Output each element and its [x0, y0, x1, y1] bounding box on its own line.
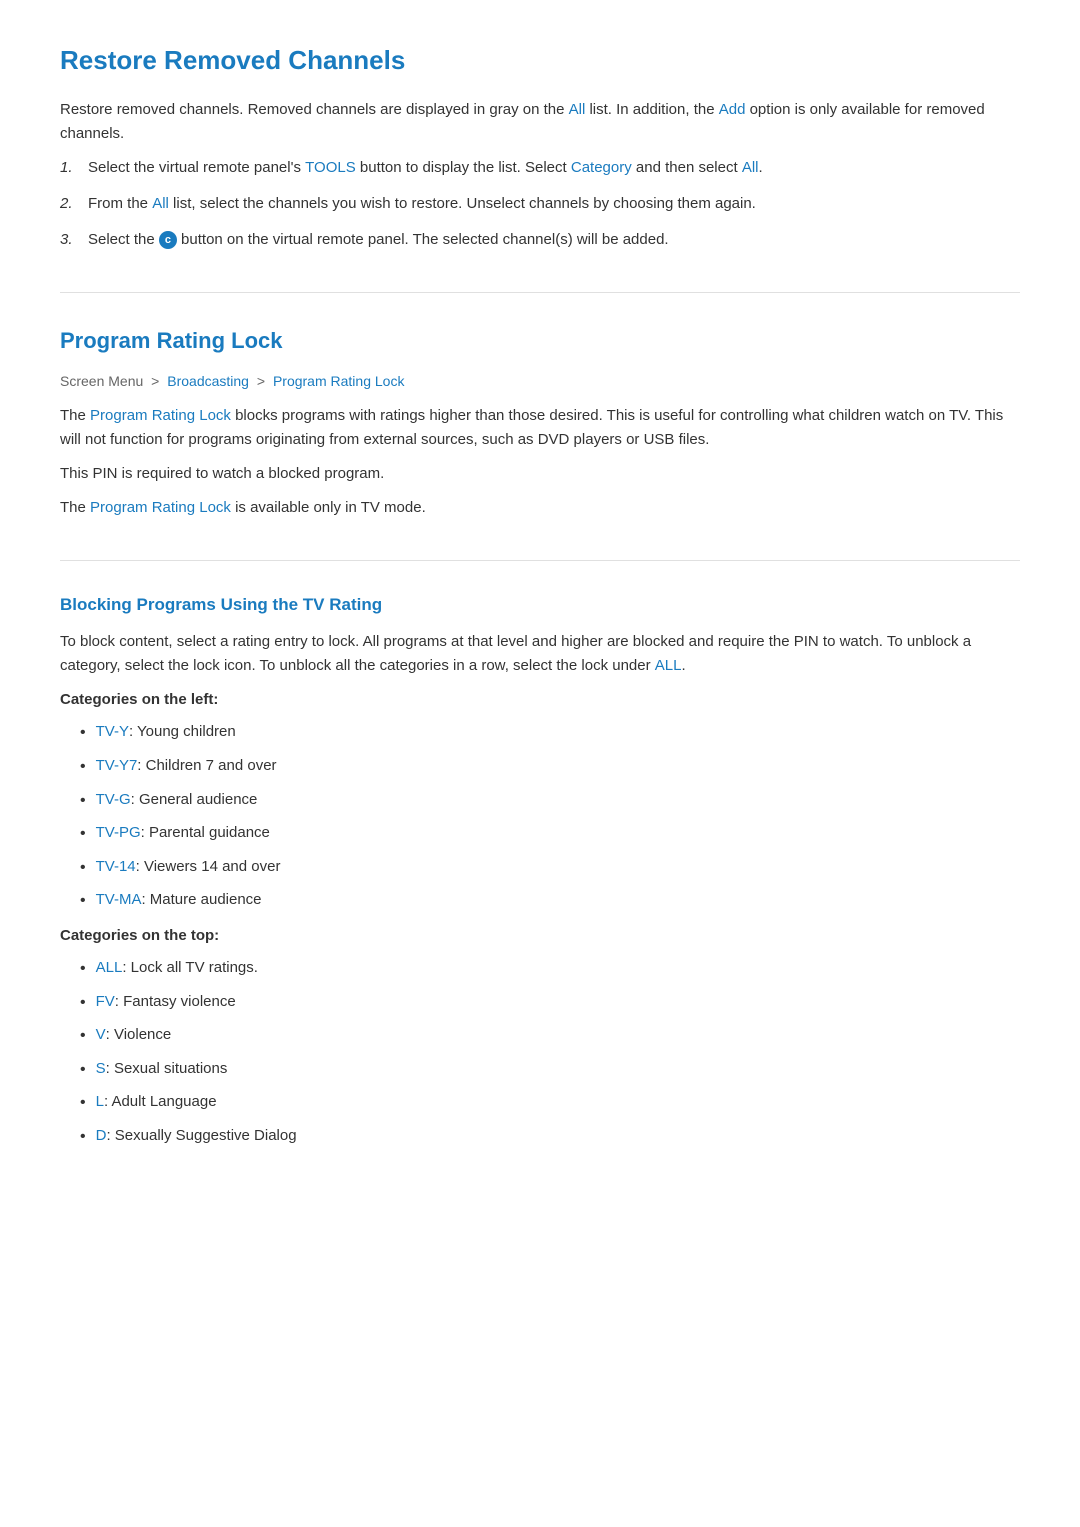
breadcrumb-program-rating-lock: Program Rating Lock	[273, 373, 405, 389]
section1-all-link: All	[569, 101, 586, 118]
blue-c-button: c	[159, 231, 177, 249]
tv-ma-label: TV-MA	[96, 888, 142, 912]
list-item: TV-14: Viewers 14 and over	[80, 855, 1020, 881]
breadcrumb-chevron2: >	[257, 373, 265, 389]
list-item: S: Sexual situations	[80, 1057, 1020, 1083]
tv-pg-label: TV-PG	[96, 821, 141, 845]
list-item: TV-G: General audience	[80, 788, 1020, 814]
all-link: ALL	[655, 657, 682, 674]
section2-title: Program Rating Lock	[60, 323, 1020, 358]
list-item: ALL: Lock all TV ratings.	[80, 956, 1020, 982]
list-item: L: Adult Language	[80, 1090, 1020, 1116]
step-3: 3. Select the c button on the virtual re…	[60, 228, 1020, 252]
step-1: 1. Select the virtual remote panel's TOO…	[60, 156, 1020, 180]
breadcrumb-chevron1: >	[151, 373, 159, 389]
list-item: TV-Y7: Children 7 and over	[80, 754, 1020, 780]
step3-num: 3.	[60, 228, 88, 252]
section1-title: Restore Removed Channels	[60, 40, 1020, 82]
section-blocking-programs: Blocking Programs Using the TV Rating To…	[60, 591, 1020, 1149]
list-item: V: Violence	[80, 1023, 1020, 1049]
section1-steps: 1. Select the virtual remote panel's TOO…	[60, 156, 1020, 252]
categories-left-label: Categories on the left:	[60, 688, 1020, 712]
tv-y-label: TV-Y	[96, 720, 129, 744]
d-label: D	[96, 1124, 107, 1148]
list-item: TV-MA: Mature audience	[80, 888, 1020, 914]
categories-top-label: Categories on the top:	[60, 924, 1020, 948]
section1-intro-text: Restore removed channels. Removed channe…	[60, 101, 569, 118]
tv-g-label: TV-G	[96, 788, 131, 812]
v-label: V	[96, 1023, 106, 1047]
s-label: S	[96, 1057, 106, 1081]
section2-para3: The Program Rating Lock is available onl…	[60, 496, 1020, 520]
section-divider2	[60, 560, 1020, 561]
fv-label: FV	[96, 990, 115, 1014]
section-divider	[60, 292, 1020, 293]
list-item: TV-Y: Young children	[80, 720, 1020, 746]
breadcrumb-prefix: Screen Menu	[60, 373, 143, 389]
program-rating-lock-link1: Program Rating Lock	[90, 407, 231, 424]
tv-14-label: TV-14	[96, 855, 136, 879]
section-restore-channels: Restore Removed Channels Restore removed…	[60, 40, 1020, 252]
tv-y7-label: TV-Y7	[96, 754, 138, 778]
section1-add-link: Add	[719, 101, 746, 118]
categories-left-list: TV-Y: Young children TV-Y7: Children 7 a…	[60, 720, 1020, 914]
section3-intro: To block content, select a rating entry …	[60, 630, 1020, 678]
step1-content: Select the virtual remote panel's TOOLS …	[88, 156, 1020, 180]
list-item: FV: Fantasy violence	[80, 990, 1020, 1016]
program-rating-lock-link2: Program Rating Lock	[90, 499, 231, 516]
step2-num: 2.	[60, 192, 88, 216]
list-item: TV-PG: Parental guidance	[80, 821, 1020, 847]
section1-intro-mid: list. In addition, the	[585, 101, 718, 118]
step3-content: Select the c button on the virtual remot…	[88, 228, 1020, 252]
all-top-label: ALL	[96, 956, 123, 980]
breadcrumb: Screen Menu > Broadcasting > Program Rat…	[60, 370, 1020, 392]
step-2: 2. From the All list, select the channel…	[60, 192, 1020, 216]
categories-top-list: ALL: Lock all TV ratings. FV: Fantasy vi…	[60, 956, 1020, 1150]
section2-para2: This PIN is required to watch a blocked …	[60, 462, 1020, 486]
section2-para1: The Program Rating Lock blocks programs …	[60, 404, 1020, 452]
breadcrumb-broadcasting: Broadcasting	[167, 373, 249, 389]
section-program-rating-lock: Program Rating Lock Screen Menu > Broadc…	[60, 323, 1020, 521]
list-item: D: Sexually Suggestive Dialog	[80, 1124, 1020, 1150]
section1-intro: Restore removed channels. Removed channe…	[60, 98, 1020, 146]
l-label: L	[96, 1090, 104, 1114]
step2-content: From the All list, select the channels y…	[88, 192, 1020, 216]
section3-title: Blocking Programs Using the TV Rating	[60, 591, 1020, 618]
step1-num: 1.	[60, 156, 88, 180]
